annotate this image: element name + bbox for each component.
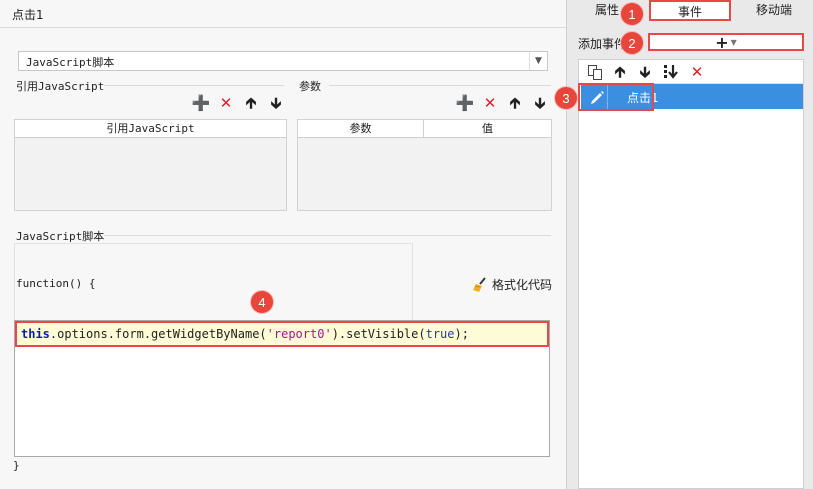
ref-js-table-header: 引用JavaScript bbox=[15, 120, 286, 138]
format-code-button[interactable]: 格式化代码 bbox=[472, 276, 552, 293]
arrow-down-icon[interactable]: 🡳 bbox=[637, 64, 653, 80]
delete-x-icon[interactable]: ✕ bbox=[218, 95, 234, 111]
function-open-text: function() { bbox=[16, 277, 96, 290]
event-type-select[interactable]: JavaScript脚本 ▼ bbox=[18, 51, 548, 71]
tab-events[interactable]: 事件 bbox=[649, 0, 731, 21]
code-value: true bbox=[425, 327, 455, 341]
arrow-up-icon[interactable]: 🡱 bbox=[243, 95, 259, 111]
event-list: 🡱 🡳 ✕ 点击1 bbox=[578, 59, 804, 489]
script-group-label: JavaScript脚本 bbox=[16, 230, 105, 243]
chevron-down-icon[interactable]: ▼ bbox=[529, 52, 547, 70]
tab-mobile[interactable]: 移动端 bbox=[735, 0, 813, 21]
copy-icon[interactable] bbox=[587, 64, 603, 80]
format-code-label: 格式化代码 bbox=[492, 278, 553, 292]
code-keyword: this bbox=[21, 327, 50, 341]
dialog-title: 点击1 bbox=[12, 8, 44, 22]
delete-x-icon[interactable]: ✕ bbox=[482, 95, 498, 111]
chevron-down-icon: ▼ bbox=[730, 37, 737, 47]
plus-icon[interactable]: ➕ bbox=[456, 95, 475, 111]
event-type-select-value: JavaScript脚本 bbox=[26, 56, 115, 69]
code-text: ).setVisible( bbox=[331, 327, 426, 341]
code-text: .options.form.getWidgetByName( bbox=[49, 327, 267, 341]
arrow-down-icon[interactable]: 🡳 bbox=[532, 95, 548, 111]
params-column-header: 参数 bbox=[298, 120, 424, 138]
value-column-header: 值 bbox=[482, 122, 493, 135]
ref-js-group-label: 引用JavaScript bbox=[16, 80, 105, 93]
params-table: 参数 值 bbox=[297, 119, 552, 211]
selection-highlight-frame bbox=[578, 83, 654, 111]
step-badge: 4 bbox=[251, 291, 273, 313]
arrow-down-icon[interactable]: 🡳 bbox=[268, 95, 284, 111]
plus-icon: + bbox=[715, 32, 729, 52]
event-list-toolbar: 🡱 🡳 ✕ bbox=[579, 60, 803, 84]
event-edit-panel: 点击1 JavaScript脚本 ▼ 引用JavaScript ➕ ✕ 🡱 🡳 … bbox=[0, 0, 567, 489]
arrow-up-icon[interactable]: 🡱 bbox=[612, 64, 628, 80]
move-to-bottom-icon[interactable] bbox=[662, 63, 680, 81]
add-event-label: 添加事件 bbox=[578, 37, 627, 51]
code-string: 'report0' bbox=[266, 327, 332, 341]
title-divider bbox=[0, 27, 567, 28]
code-text: ); bbox=[454, 327, 469, 341]
function-close-text: } bbox=[13, 459, 20, 472]
step-badge: 1 bbox=[621, 3, 643, 25]
add-event-button[interactable]: + ▼ bbox=[648, 32, 804, 52]
right-settings-panel: 属性 事件 移动端 添加事件 + ▼ 🡱 🡳 ✕ 点击1 bbox=[567, 0, 813, 489]
arrow-up-icon[interactable]: 🡱 bbox=[507, 95, 523, 111]
params-group-divider bbox=[329, 85, 551, 86]
code-editor[interactable]: this.options.form.getWidgetByName('repor… bbox=[14, 320, 550, 457]
params-group-label: 参数 bbox=[299, 80, 321, 93]
ref-js-group-divider bbox=[104, 85, 284, 86]
broom-icon bbox=[473, 276, 486, 292]
ref-js-table: 引用JavaScript bbox=[14, 119, 287, 211]
code-line-highlighted[interactable]: this.options.form.getWidgetByName('repor… bbox=[15, 321, 549, 347]
params-table-header: 参数 值 bbox=[298, 120, 551, 138]
script-group-divider bbox=[104, 235, 551, 236]
delete-x-icon[interactable]: ✕ bbox=[689, 64, 705, 80]
step-badge: 2 bbox=[621, 32, 643, 54]
plus-icon[interactable]: ➕ bbox=[192, 95, 211, 111]
step-badge: 3 bbox=[555, 87, 577, 109]
ref-js-column-header: 引用JavaScript bbox=[106, 122, 195, 135]
